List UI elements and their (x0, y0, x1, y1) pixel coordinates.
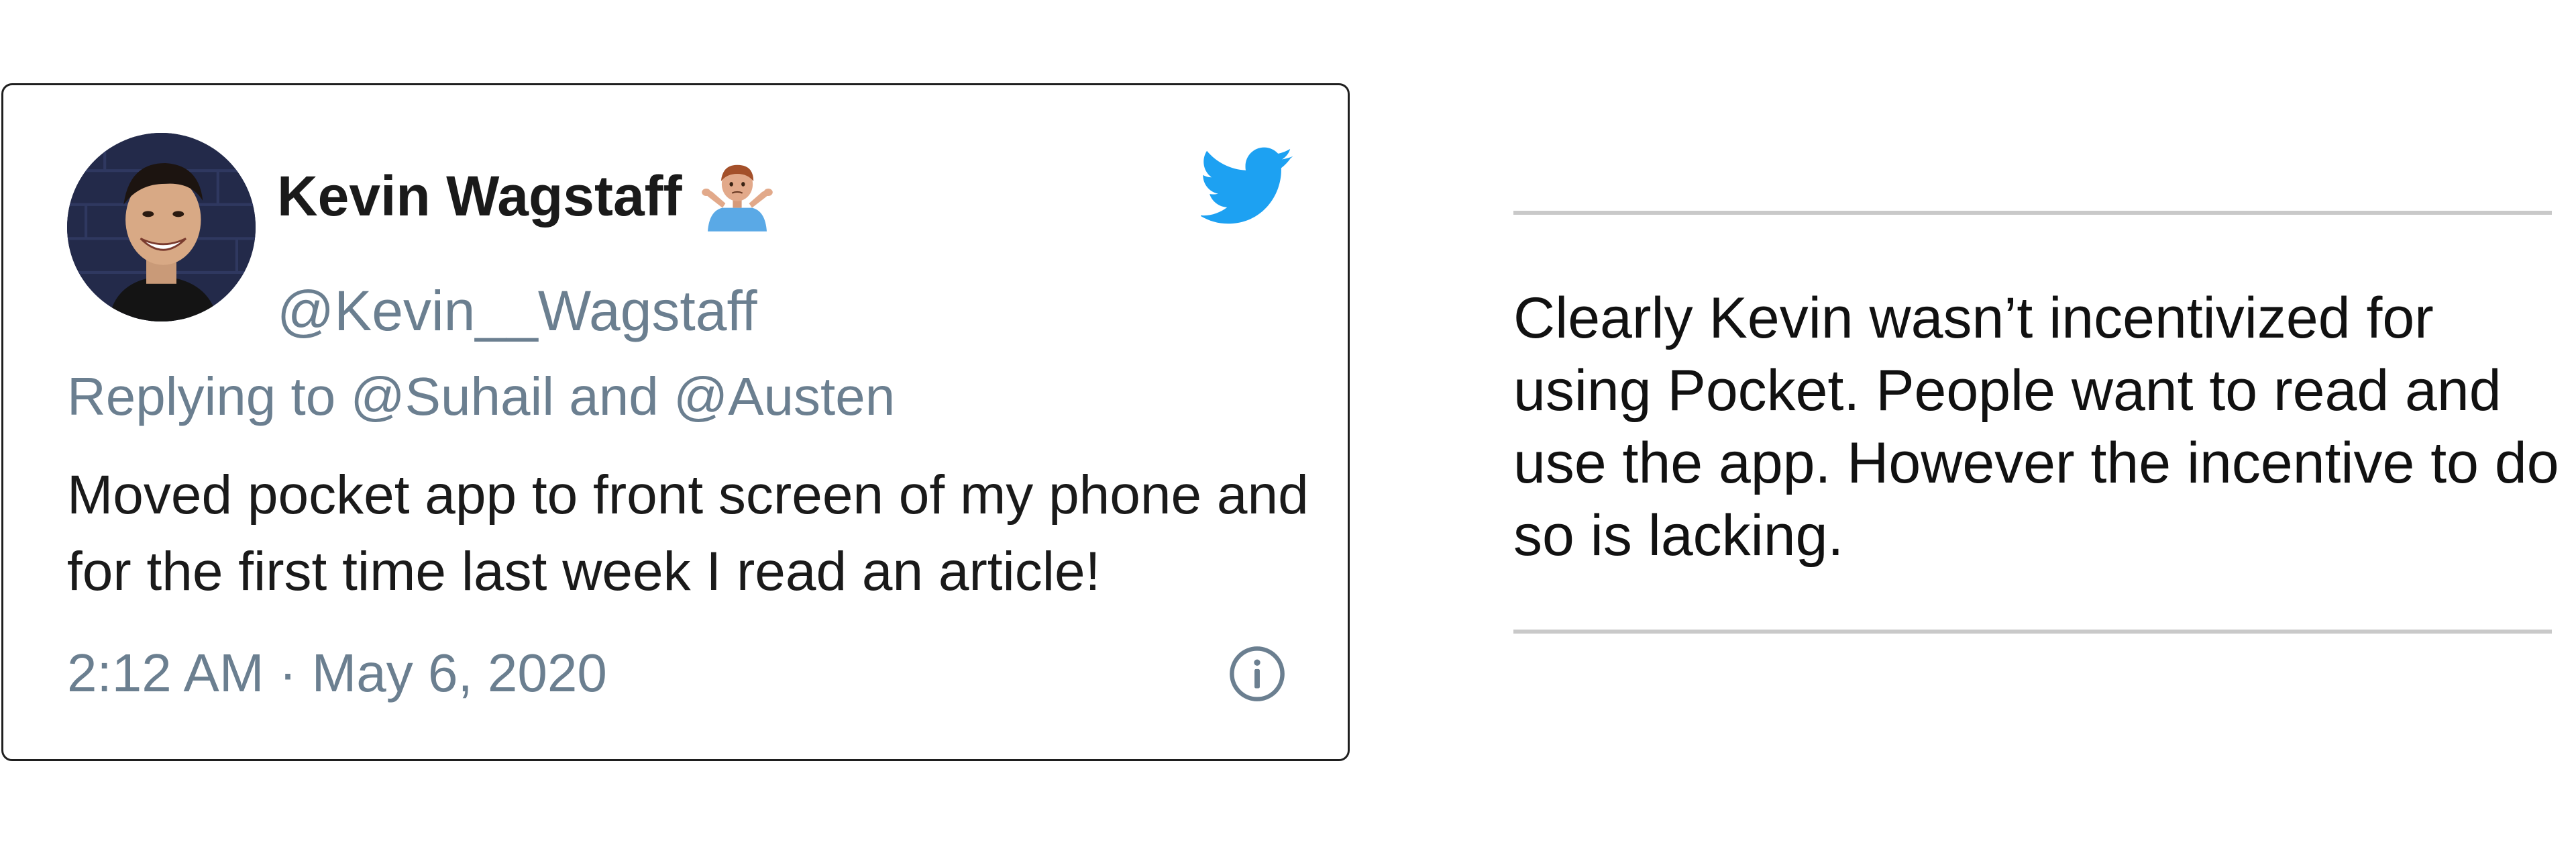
name-row: Kevin Wagstaff (277, 159, 775, 233)
tweet-timestamp[interactable]: 2:12 AM · May 6, 2020 (67, 646, 607, 700)
top-divider (1513, 211, 2552, 215)
avatar[interactable] (67, 133, 256, 321)
display-name[interactable]: Kevin Wagstaff (277, 164, 682, 229)
twitter-bird-icon[interactable] (1201, 147, 1295, 225)
person-shrugging-icon (700, 159, 775, 233)
user-handle[interactable]: @Kevin__Wagstaff (277, 283, 757, 339)
commentary-text: Clearly Kevin wasn’t incentivized for us… (1513, 286, 2559, 568)
bottom-divider (1513, 630, 2552, 634)
tweet-text: Moved pocket app to front screen of my p… (67, 464, 1309, 602)
tweet-card[interactable]: Kevin Wagstaff @Kevin__Wagstaff Replying… (1, 83, 1350, 761)
info-circle-icon[interactable] (1228, 645, 1286, 703)
avatar-image (67, 133, 256, 321)
reply-context: Replying to @Suhail and @Austen (67, 366, 896, 426)
